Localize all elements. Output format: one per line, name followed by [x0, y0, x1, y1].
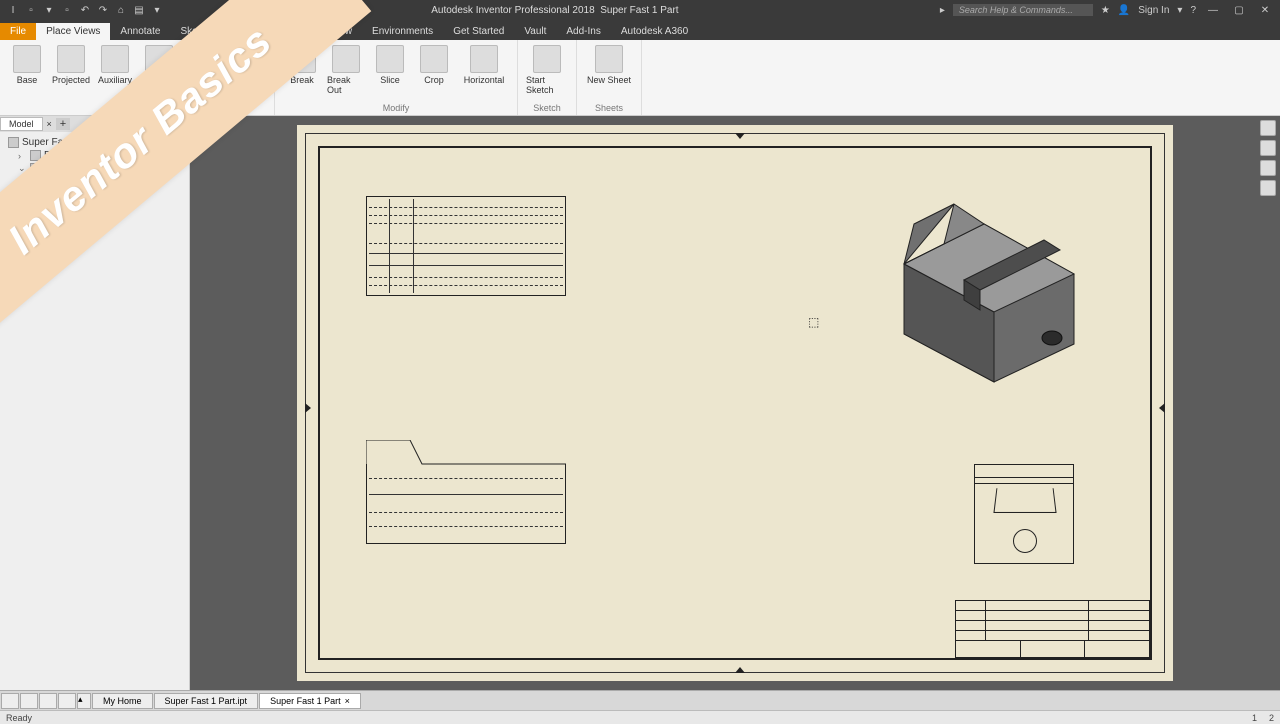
redo-icon[interactable]: ↷ [96, 3, 110, 17]
auxiliary-button[interactable]: Auxiliary [94, 43, 136, 87]
layout-btn-3[interactable] [39, 693, 57, 709]
main-area: Model × + Super Fast 1 Part ›Drawing Res… [0, 116, 1280, 690]
browser-tab-model[interactable]: Model [0, 117, 43, 131]
quick-access-toolbar: I ▫ ▾ ▫ ↶ ↷ ⌂ ▤ ▾ [0, 3, 170, 17]
base-icon [13, 45, 41, 73]
breakout-button[interactable]: Break Out [325, 43, 367, 97]
crop-button[interactable]: Crop [413, 43, 455, 97]
status-bar: Ready 1 2 [0, 710, 1280, 724]
group-label-sketch: Sketch [524, 103, 570, 113]
group-label-sheets: Sheets [583, 103, 635, 113]
crop-icon [420, 45, 448, 73]
start-sketch-button[interactable]: Start Sketch [524, 43, 570, 97]
view-isometric[interactable] [874, 184, 1094, 384]
tab-place-views[interactable]: Place Views [36, 23, 110, 40]
slice-button[interactable]: Slice [369, 43, 411, 97]
status-ready: Ready [6, 713, 32, 723]
doctab-ipt[interactable]: Super Fast 1 Part.ipt [154, 693, 259, 709]
signin-link[interactable]: Sign In [1138, 5, 1169, 16]
nav-tools [1260, 120, 1278, 196]
tab-get-started[interactable]: Get Started [443, 23, 514, 40]
user-icon[interactable]: 👤 [1118, 5, 1130, 16]
document-tabs: ▴ My Home Super Fast 1 Part.ipt Super Fa… [0, 690, 1280, 710]
qat-more-icon[interactable]: ▾ [150, 3, 164, 17]
app-icon: I [6, 3, 20, 17]
cart-icon[interactable]: ▾ [1177, 5, 1182, 16]
view-side[interactable] [974, 464, 1074, 564]
horizontal-button[interactable]: Horizontal [457, 43, 511, 97]
layout-btn-2[interactable] [20, 693, 38, 709]
search-input[interactable]: Search Help & Commands... [953, 4, 1093, 16]
doctab-drawing[interactable]: Super Fast 1 Part× [259, 693, 361, 709]
save-icon[interactable]: ▫ [60, 3, 74, 17]
status-page2: 2 [1269, 713, 1274, 723]
minimize-button[interactable]: — [1204, 5, 1222, 16]
home-icon[interactable]: ⌂ [114, 3, 128, 17]
ribbon-group-sheets: New Sheet Sheets [577, 40, 642, 115]
side-trapezoid [993, 488, 1056, 513]
layout-btn-1[interactable] [1, 693, 19, 709]
sketch-icon [533, 45, 561, 73]
browser-tab-close[interactable]: × [43, 118, 56, 130]
pan-icon[interactable] [1260, 140, 1276, 156]
navcube-icon[interactable] [1260, 120, 1276, 136]
browser-tab-add[interactable]: + [56, 118, 70, 130]
undo-icon[interactable]: ↶ [78, 3, 92, 17]
tab-environments[interactable]: Environments [362, 23, 443, 40]
file-tab[interactable]: File [0, 23, 36, 40]
star-icon[interactable]: ★ [1101, 5, 1110, 16]
tab-annotate[interactable]: Annotate [110, 23, 170, 40]
marker-right [1159, 403, 1165, 413]
group-label-modify: Modify [281, 103, 511, 113]
auxiliary-icon [101, 45, 129, 73]
side-circle [1013, 529, 1037, 553]
maximize-button[interactable]: ▢ [1230, 5, 1248, 16]
doctab-home[interactable]: My Home [92, 693, 153, 709]
base-button[interactable]: Base [6, 43, 48, 87]
orbit-icon[interactable] [1260, 180, 1276, 196]
zoom-icon[interactable] [1260, 160, 1276, 176]
tab-vault[interactable]: Vault [514, 23, 556, 40]
help-icon[interactable]: ? [1190, 5, 1196, 16]
close-button[interactable]: ✕ [1256, 5, 1274, 16]
tab-a360[interactable]: Autodesk A360 [611, 23, 698, 40]
title-block [955, 600, 1150, 658]
open-icon[interactable]: ▾ [42, 3, 56, 17]
print-icon[interactable]: ▤ [132, 3, 146, 17]
drawing-canvas[interactable] [190, 116, 1280, 690]
view-top[interactable] [366, 196, 566, 296]
marker-left [305, 403, 311, 413]
status-page1: 1 [1252, 713, 1257, 723]
breakout-icon [332, 45, 360, 73]
search-marker-icon: ▸ [940, 5, 945, 16]
doc-icon [8, 137, 19, 148]
drawing-sheet [305, 133, 1165, 673]
new-icon[interactable]: ▫ [24, 3, 38, 17]
horizontal-icon [470, 45, 498, 73]
sheet-icon [595, 45, 623, 73]
front-outline [366, 440, 566, 520]
view-front[interactable] [366, 464, 566, 544]
titlebar: I ▫ ▾ ▫ ↶ ↷ ⌂ ▤ ▾ Autodesk Inventor Prof… [0, 0, 1280, 20]
marker-bottom [735, 667, 745, 673]
iso-svg [874, 184, 1094, 384]
ribbon-group-sketch: Start Sketch Sketch [518, 40, 577, 115]
marker-top [735, 133, 745, 139]
projected-button[interactable]: Projected [50, 43, 92, 87]
new-sheet-button[interactable]: New Sheet [583, 43, 635, 87]
layout-btn-4[interactable] [58, 693, 76, 709]
tab-addins[interactable]: Add-Ins [556, 23, 610, 40]
projected-icon [57, 45, 85, 73]
slice-icon [376, 45, 404, 73]
doctab-close-icon[interactable]: × [345, 696, 350, 706]
layout-menu[interactable]: ▴ [77, 693, 91, 709]
